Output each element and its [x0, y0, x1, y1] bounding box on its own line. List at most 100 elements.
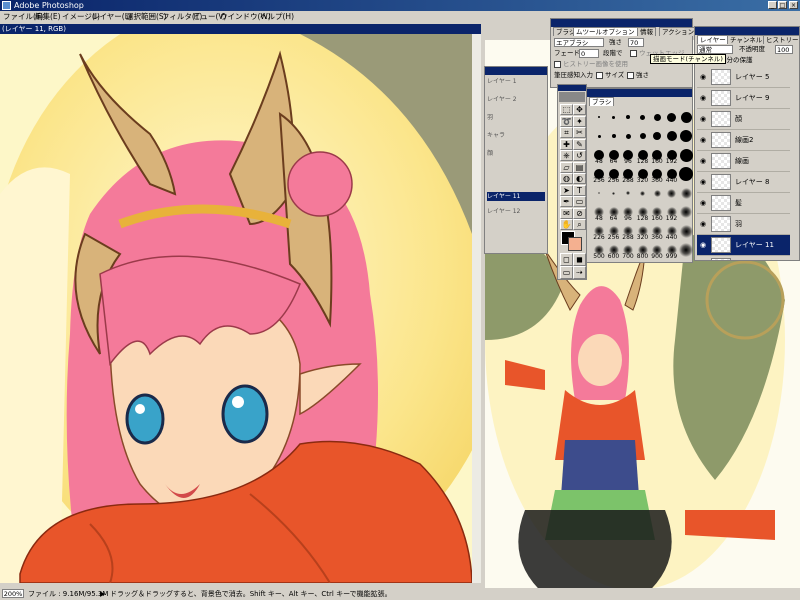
layer-thumbnail: [711, 174, 731, 190]
vertical-scrollbar[interactable]: [472, 34, 481, 583]
eye-icon[interactable]: ◉: [700, 94, 708, 102]
tab-info[interactable]: 情報: [637, 27, 656, 36]
eyedropper-icon[interactable]: ⊘: [573, 207, 586, 219]
eye-icon[interactable]: ◉: [700, 220, 708, 228]
maximize-button[interactable]: □: [778, 1, 787, 9]
brush-preset[interactable]: [677, 203, 695, 221]
brush-icon[interactable]: ✎: [573, 138, 586, 150]
strength-checkbox[interactable]: [627, 72, 634, 79]
layer-row[interactable]: ◉レイヤー 10: [697, 256, 790, 260]
layer-name: レイヤー 11: [735, 241, 774, 249]
brush-tip-icon: [612, 115, 615, 119]
eye-icon[interactable]: ◉: [700, 115, 708, 123]
brush-preset[interactable]: [677, 146, 695, 164]
brush-tip-icon: [679, 243, 693, 257]
tab-layers[interactable]: レイヤー: [697, 35, 729, 44]
blur-icon[interactable]: ◍: [560, 173, 573, 184]
history-brush-icon[interactable]: ↺: [573, 150, 586, 161]
jump-to-imageready-icon[interactable]: ⇢: [573, 266, 586, 279]
options-panel-title-bar: [551, 19, 692, 27]
canvas[interactable]: [0, 34, 472, 583]
brush-preset[interactable]: [677, 184, 695, 202]
stamp-icon[interactable]: ⎈: [560, 150, 573, 161]
brush-preset[interactable]: [677, 222, 695, 240]
brush-preset[interactable]: [677, 108, 695, 126]
opacity-input[interactable]: 100: [775, 45, 793, 54]
play-icon[interactable]: ▶: [100, 588, 105, 600]
menu-select[interactable]: 選択範囲(S): [126, 11, 167, 22]
eye-icon[interactable]: ◉: [700, 136, 708, 144]
fade-input[interactable]: 0: [579, 49, 599, 58]
blend-mode-select[interactable]: 通常: [697, 45, 733, 54]
brush-preset[interactable]: [677, 165, 695, 183]
marquee-icon[interactable]: ⬚: [560, 104, 573, 115]
path-icon[interactable]: ➤: [560, 184, 573, 196]
mini-layer-4[interactable]: キャラ: [487, 131, 505, 140]
layer-row[interactable]: ◉ 線画: [697, 151, 790, 172]
layer-row[interactable]: ◉ 線画2: [697, 130, 790, 151]
document-window: (レイヤー 11, RGB): [0, 24, 481, 592]
screen-mode-icon[interactable]: ▭: [560, 266, 573, 279]
layer-row[interactable]: ◉ レイヤー 11: [697, 235, 790, 256]
move-icon[interactable]: ✥: [573, 104, 586, 115]
layer-row[interactable]: ◉ 羽: [697, 214, 790, 235]
zoom-icon[interactable]: ⌕: [573, 219, 586, 230]
pen-icon[interactable]: ✒: [560, 196, 573, 207]
minimize-button[interactable]: _: [768, 1, 777, 9]
tab-history[interactable]: ヒストリー: [763, 35, 799, 44]
quickmask-mode-icon[interactable]: ◼: [573, 253, 586, 266]
mini-layer-3[interactable]: 羽: [487, 113, 493, 122]
tab-brushes[interactable]: ブラシ: [589, 97, 615, 106]
standard-mode-icon[interactable]: ◻: [560, 253, 573, 266]
wet-edges-checkbox[interactable]: [630, 50, 637, 57]
mini-layer-7[interactable]: レイヤー 12: [487, 207, 520, 216]
shape-icon[interactable]: ▭: [573, 196, 586, 207]
mini-layer-6[interactable]: レイヤー 11: [487, 192, 545, 201]
eye-icon[interactable]: ◉: [700, 199, 708, 207]
notes-icon[interactable]: ✉: [560, 207, 573, 219]
brush-preset[interactable]: [677, 127, 695, 145]
menu-help[interactable]: ヘルプ(H): [260, 11, 294, 22]
brush-preset[interactable]: [677, 241, 695, 259]
eye-icon[interactable]: ◉: [700, 73, 708, 81]
hand-icon[interactable]: ✋: [560, 219, 573, 230]
type-icon[interactable]: T: [573, 184, 586, 196]
menu-edit[interactable]: 編集(E): [35, 11, 61, 22]
mini-layer-1[interactable]: レイヤー 1: [487, 77, 517, 86]
size-label: サイズ: [605, 71, 625, 79]
mode-select[interactable]: エアブラシ: [554, 38, 604, 47]
eye-icon[interactable]: ◉: [700, 157, 708, 165]
mini-layers-title-bar: [485, 67, 547, 75]
eye-icon[interactable]: ◉: [700, 241, 708, 249]
opacity-label: 不透明度: [739, 45, 765, 53]
crop-icon[interactable]: ⌗: [560, 127, 573, 138]
eye-icon[interactable]: ◉: [700, 178, 708, 186]
layer-row[interactable]: ◉ レイヤー 8: [697, 172, 790, 193]
close-button[interactable]: ×: [789, 1, 798, 9]
lasso-icon[interactable]: ➰: [560, 115, 573, 127]
layer-row[interactable]: ◉ 髪: [697, 193, 790, 214]
heal-icon[interactable]: ✚: [560, 138, 573, 150]
wand-icon[interactable]: ✦: [573, 115, 586, 127]
mini-layer-5[interactable]: 顔: [487, 149, 493, 158]
gradient-icon[interactable]: ▤: [573, 161, 586, 173]
eraser-icon[interactable]: ▱: [560, 161, 573, 173]
dodge-icon[interactable]: ◐: [573, 173, 586, 184]
brush-tip-icon: [639, 133, 646, 139]
brush-tip-icon: [612, 191, 615, 195]
mini-layer-2[interactable]: レイヤー 2: [487, 95, 517, 104]
tab-actions[interactable]: アクション: [659, 27, 698, 36]
strength-input[interactable]: 70: [628, 38, 644, 47]
brush-tip-icon: [679, 224, 693, 238]
zoom-field[interactable]: 200%: [2, 589, 24, 598]
history-checkbox[interactable]: [554, 61, 561, 68]
brush-tip-icon: [680, 111, 692, 123]
tab-channels[interactable]: チャンネル: [727, 35, 766, 44]
tab-tool-options[interactable]: ムツールオプション: [573, 27, 638, 36]
layer-row[interactable]: ◉ レイヤー 9: [697, 88, 790, 109]
layer-row[interactable]: ◉ 顔: [697, 109, 790, 130]
slice-icon[interactable]: ✂: [573, 127, 586, 138]
background-color-swatch[interactable]: [568, 237, 582, 251]
layer-row[interactable]: ◉ レイヤー 5: [697, 67, 790, 88]
size-checkbox[interactable]: [596, 72, 603, 79]
